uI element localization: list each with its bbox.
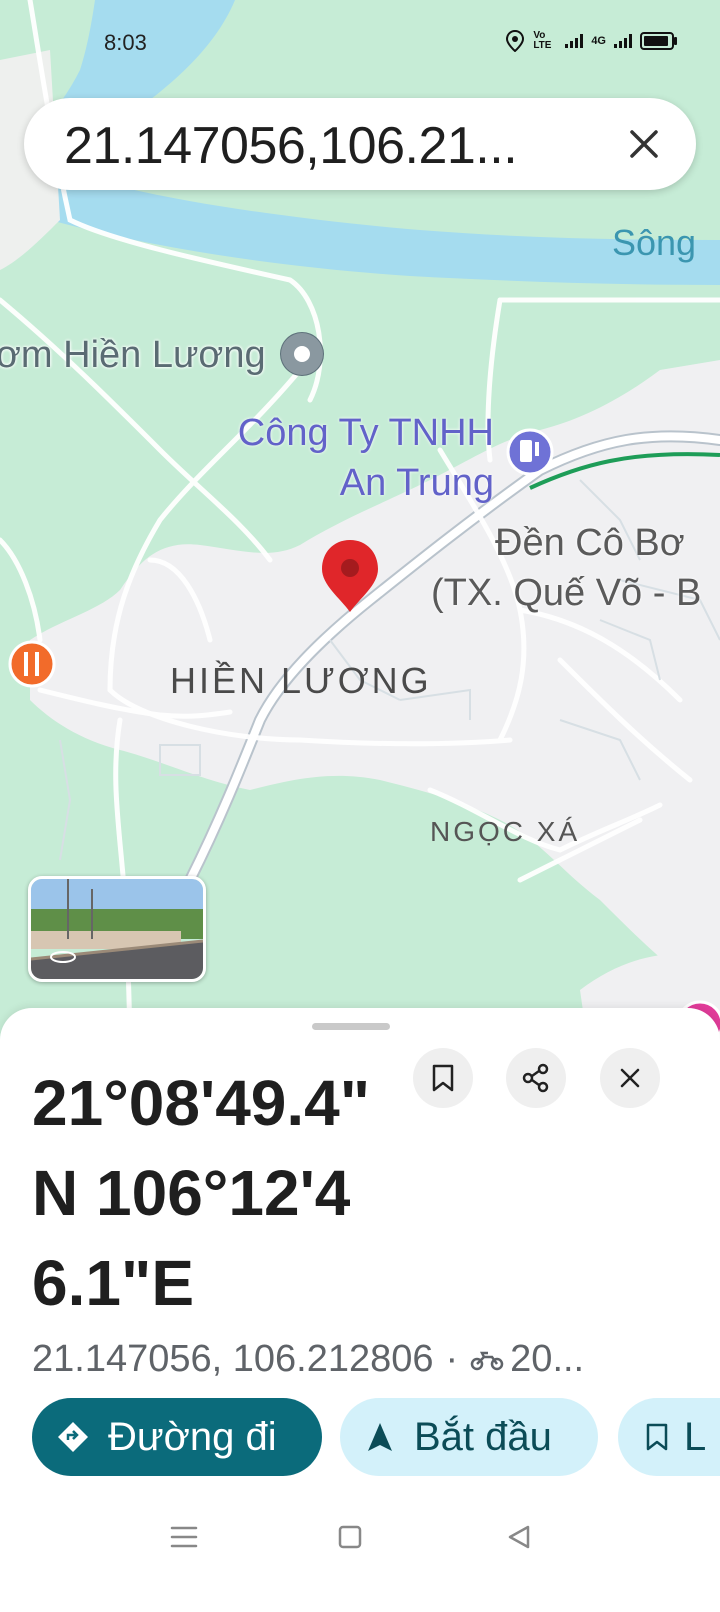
motorbike-icon [470, 1351, 504, 1370]
area-label-secondary: NGỌC XÁ [430, 816, 581, 847]
drag-handle[interactable] [312, 1023, 390, 1030]
close-icon [620, 1068, 640, 1088]
directions-label: Đường đi [108, 1414, 277, 1459]
start-button[interactable]: Bắt đầu [340, 1398, 598, 1476]
street-view-thumbnail[interactable] [28, 876, 206, 982]
search-input[interactable]: 21.147056,106.21... [64, 116, 518, 176]
poi-label[interactable]: ơm Hiền Lương [0, 334, 266, 377]
river-label: Sông [612, 222, 697, 263]
business-label-line1: Công Ty TNHH [237, 412, 494, 454]
signal-2-icon [614, 34, 632, 48]
navigation-arrow-icon [368, 1423, 392, 1451]
place-sheet[interactable]: 21°08'49.4" N 106°12'46.1"E 21.147056, 1… [0, 1008, 720, 1612]
map-view[interactable]: 8:03 Vo LTE 4G 21.147056,106.21... Sông … [0, 0, 720, 1060]
bookmark-icon [432, 1064, 454, 1092]
place-label-line2: (TX. Quế Võ - B [431, 572, 702, 614]
home-icon [338, 1525, 362, 1549]
place-label[interactable]: Đền Cô Bơ (TX. Quế Võ - B [431, 518, 701, 618]
location-marker-icon [280, 332, 324, 376]
business-label[interactable]: Công Ty TNHH An Trung [238, 408, 494, 508]
signal-icon [565, 34, 584, 48]
share-button[interactable] [506, 1048, 566, 1108]
business-label-line2: An Trung [339, 462, 494, 504]
status-icons: Vo LTE 4G [505, 30, 677, 52]
location-status-icon [506, 30, 525, 52]
directions-icon [58, 1422, 88, 1452]
action-chips: Đường đi Bắt đầu L [0, 1398, 720, 1478]
coordinates-line: 21.147056, 106.212806 · 20... [32, 1338, 584, 1381]
battery-icon [640, 32, 677, 50]
close-icon[interactable] [622, 122, 666, 166]
separator-dot: · [445, 1338, 459, 1380]
system-navigation-bar [0, 1508, 720, 1568]
coordinates-decimal[interactable]: 21.147056, 106.212806 [32, 1338, 434, 1381]
bookmark-icon [646, 1423, 668, 1451]
close-sheet-button[interactable] [600, 1048, 660, 1108]
directions-button[interactable]: Đường đi [32, 1398, 322, 1476]
save-chip-label: L [684, 1414, 707, 1459]
restaurant-icon [8, 640, 56, 688]
save-chip-button[interactable]: L [618, 1398, 720, 1476]
back-icon [508, 1525, 530, 1549]
travel-time: 20... [510, 1338, 585, 1380]
menu-icon [170, 1526, 198, 1548]
save-button[interactable] [413, 1048, 473, 1108]
place-label-line1: Đền Cô Bơ [495, 522, 685, 564]
search-bar[interactable]: 21.147056,106.21... [24, 98, 696, 190]
start-label: Bắt đầu [414, 1414, 552, 1459]
share-icon [522, 1063, 549, 1093]
coordinates-title: 21°08'49.4" N 106°12'46.1"E [32, 1067, 371, 1319]
volte-label: Vo LTE [533, 30, 552, 51]
gas-station-icon [506, 428, 554, 476]
area-label-main: HIỀN LƯƠNG [170, 660, 432, 701]
status-time: 8:03 [104, 30, 147, 55]
network-label: 4G [591, 35, 606, 47]
